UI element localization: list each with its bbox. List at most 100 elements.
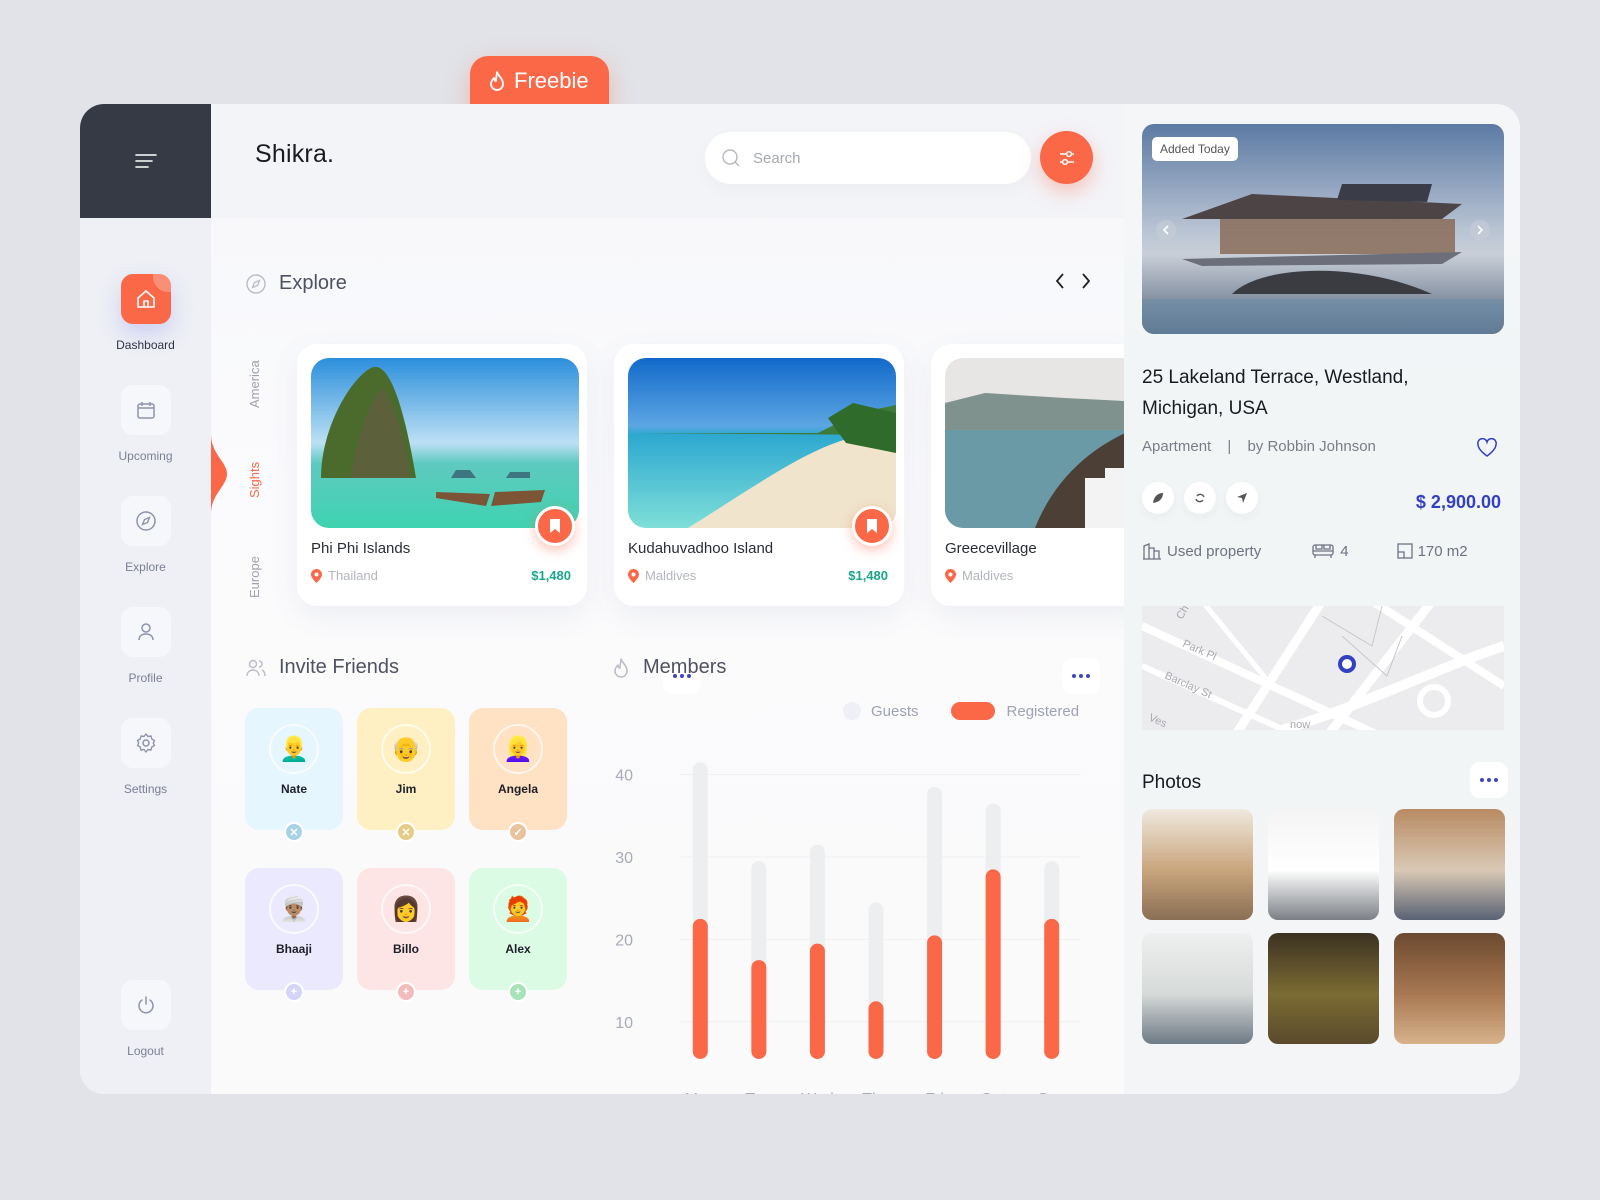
menu-icon [134,154,157,168]
flame-icon [490,71,504,91]
feature-beds: 4 [1311,542,1349,560]
bar-registered [868,1001,884,1059]
avatar: 👳🏽‍♂️ [269,884,319,934]
pin-icon [945,568,956,583]
add-status-icon[interactable]: + [396,982,416,1002]
bar-registered [1044,918,1060,1059]
friend-card[interactable]: 👴 Jim ✕ [357,708,455,842]
avatar: 👱‍♂️ [269,724,319,774]
legend-label-guests: Guests [871,702,919,720]
destination-price: $1,480 [531,568,571,583]
favorite-heart-icon[interactable] [1476,438,1498,458]
property-agent[interactable]: by Robbin Johnson [1247,438,1375,455]
refresh-button[interactable] [1184,482,1216,514]
destination-image [628,358,896,528]
tab-america[interactable]: America [247,360,262,408]
sidebar-item-settings[interactable]: Settings [80,718,211,796]
gear-icon [136,733,155,753]
property-photo[interactable] [1394,933,1505,1044]
property-photo[interactable] [1394,809,1505,920]
invite-title: Invite Friends [279,656,400,678]
sidebar-item-profile[interactable]: Profile [80,607,211,685]
leaf-button[interactable] [1142,482,1174,514]
members-header: Members [611,656,726,679]
feature-condition: Used property [1142,542,1261,560]
property-photo[interactable] [1268,809,1379,920]
tab-sights[interactable]: Sights [247,462,262,498]
destination-card[interactable]: Phi Phi Islands Thailand $1,480 [297,344,587,606]
remove-status-icon[interactable]: ✕ [396,822,416,842]
members-more-button[interactable] [1062,658,1100,694]
friend-card[interactable]: 👩 Billo + [357,868,455,1002]
added-today-badge: Added Today [1152,137,1238,161]
map-pin-icon[interactable] [1338,655,1356,673]
home-icon [136,290,155,308]
photos-title: Photos [1142,772,1202,793]
explore-region-tabs: America Sights Europe [247,348,267,608]
search-box[interactable] [705,132,1031,184]
add-status-icon[interactable]: + [508,982,528,1002]
calendar-icon [136,402,155,419]
accepted-status-icon[interactable]: ✓ [508,822,528,842]
x-tick-label: Tue [745,1091,772,1094]
destination-name: Phi Phi Islands [311,540,411,557]
destination-card[interactable]: Greecevillage Maldives [931,344,1165,606]
friend-card[interactable]: 👱‍♀️ Angela ✓ [469,708,567,842]
pin-icon [628,568,639,583]
map-label: Barclay St [1163,670,1214,701]
freebie-label: Freebie [514,68,589,93]
destination-name: Kudahuvadhoo Island [628,540,774,557]
friend-name: Alex [505,942,531,956]
friend-card[interactable]: 🧑‍🦰 Alex + [469,868,567,1002]
image-next-button[interactable] [1470,220,1490,240]
photos-more-button[interactable] [1470,762,1508,798]
remove-status-icon[interactable]: ✕ [284,822,304,842]
destination-card[interactable]: Kudahuvadhoo Island Maldives $1,480 [614,344,904,606]
map-label: Ch [1174,606,1191,622]
property-price: $ 2,900.00 [1415,492,1501,512]
friend-name: Nate [280,782,307,796]
property-address: 25 Lakeland Terrace, Westland, Michigan,… [1142,367,1409,419]
property-features: Used property 4 170 m2 [1142,542,1468,560]
add-status-icon[interactable]: + [284,982,304,1002]
x-tick-label: Sat [981,1091,1006,1094]
property-meta: Apartment | by Robbin Johnson [1142,438,1376,455]
friend-card[interactable]: 👱‍♂️ Nate ✕ [245,708,343,842]
chart-legend: Guests Registered [843,702,1079,720]
sidebar-item-label: Dashboard [116,338,175,352]
bar-registered [927,935,943,1059]
location-map[interactable]: Park Pl Barclay St Ch Ves now [1142,606,1504,730]
chevron-right-icon[interactable] [1080,272,1092,290]
x-tick-label: Sun [1037,1091,1065,1094]
user-icon [137,623,154,641]
sidebar-item-upcoming[interactable]: Upcoming [80,385,211,463]
filter-button[interactable] [1040,131,1093,184]
bookmark-button[interactable] [852,506,892,546]
destination-price: $1,480 [848,568,888,583]
tab-europe[interactable]: Europe [247,556,262,598]
dashboard-icon-box [120,274,171,324]
property-photo[interactable] [1268,933,1379,1044]
property-photo[interactable] [1142,933,1253,1044]
search-input[interactable] [753,149,993,167]
send-button[interactable] [1226,482,1258,514]
property-photo[interactable] [1142,809,1253,920]
bookmark-button[interactable] [535,506,575,546]
menu-button[interactable] [80,104,211,218]
property-panel: Added Today 25 Lakeland Terrace, Westlan… [1124,104,1520,1094]
refresh-icon [1195,493,1205,503]
chevron-right-icon [1477,225,1484,235]
sidebar-item-explore[interactable]: Explore [80,496,211,574]
search-icon [722,149,740,167]
chevron-left-icon[interactable] [1054,272,1066,290]
sidebar-item-dashboard[interactable]: Dashboard [80,274,211,352]
image-prev-button[interactable] [1156,220,1176,240]
power-icon [137,996,154,1014]
building-icon [1143,543,1161,560]
destination-location: Maldives [628,568,696,583]
friend-card[interactable]: 👳🏽‍♂️ Bhaaji + [245,868,343,1002]
logout-button[interactable]: Logout [80,980,211,1058]
legend-label-registered: Registered [1006,702,1080,720]
members-title: Members [643,656,727,678]
explore-title: Explore [279,272,347,294]
